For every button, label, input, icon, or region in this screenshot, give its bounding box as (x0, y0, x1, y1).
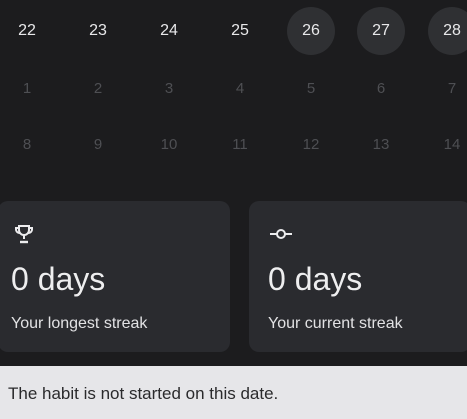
calendar-day[interactable]: 1 (3, 64, 51, 112)
calendar-day[interactable]: 6 (357, 64, 405, 112)
calendar-day[interactable]: 12 (287, 120, 335, 168)
calendar-day[interactable]: 9 (74, 120, 122, 168)
calendar-day-active[interactable]: 28 (428, 7, 467, 55)
longest-streak-value: 0 days (11, 261, 106, 297)
calendar-day[interactable]: 7 (428, 64, 467, 112)
calendar-day-active[interactable]: 27 (357, 7, 405, 55)
calendar-week-row: 8 9 10 11 12 13 14 (0, 120, 467, 168)
habit-stats-screen: 22 23 24 25 26 27 28 1 2 3 4 5 6 7 8 9 1… (0, 0, 467, 419)
calendar-day-active[interactable]: 26 (287, 7, 335, 55)
calendar-day[interactable]: 11 (216, 120, 264, 168)
calendar-day[interactable]: 23 (74, 7, 122, 55)
current-streak-label: Your current streak (268, 315, 403, 332)
calendar-day[interactable]: 24 (145, 7, 193, 55)
current-streak-value: 0 days (268, 261, 363, 297)
calendar-day[interactable]: 5 (287, 64, 335, 112)
calendar-day[interactable]: 8 (3, 120, 51, 168)
calendar-week-row: 22 23 24 25 26 27 28 (0, 7, 467, 55)
calendar-day[interactable]: 2 (74, 64, 122, 112)
calendar-day[interactable]: 10 (145, 120, 193, 168)
calendar-day[interactable]: 4 (216, 64, 264, 112)
calendar-day[interactable]: 3 (145, 64, 193, 112)
calendar-day[interactable]: 25 (216, 7, 264, 55)
trophy-icon (12, 222, 36, 246)
calendar-day[interactable]: 22 (3, 7, 51, 55)
commit-icon (269, 222, 293, 246)
longest-streak-label: Your longest streak (11, 315, 148, 332)
calendar-day[interactable]: 14 (428, 120, 467, 168)
status-message: The habit is not started on this date. (8, 384, 279, 403)
calendar-week-row: 1 2 3 4 5 6 7 (0, 64, 467, 112)
calendar-day[interactable]: 13 (357, 120, 405, 168)
